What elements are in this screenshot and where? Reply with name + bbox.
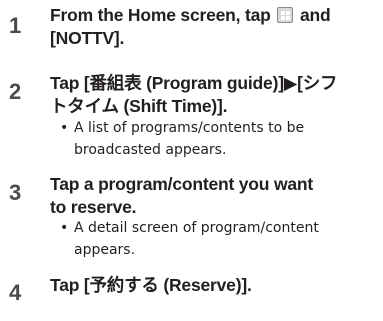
step-note-text: appears.: [74, 242, 136, 258]
step-title-text: トタイム (Shift Time)].: [50, 96, 228, 116]
step-note: • A list of programs/contents to be broa…: [60, 117, 360, 161]
step-note-text: A detail screen of program/content: [74, 220, 319, 236]
step-title-text: From the Home screen, tap: [50, 5, 271, 25]
bullet-marker: •: [60, 220, 69, 236]
step-number: 4: [9, 280, 22, 305]
step-title-text: [NOTTV].: [50, 28, 125, 48]
step-title-text: Tap [予約する (Reserve)].: [50, 275, 252, 295]
grid-app-icon: [277, 7, 294, 23]
step-title: From the Home screen, tap and [NOTTV].: [50, 4, 380, 50]
step-number: 2: [9, 79, 22, 104]
step-note-text: broadcasted appears.: [74, 142, 227, 158]
step-title: Tap a program/content you want to reserv…: [50, 173, 380, 219]
step-title-text: Tap a program/content you want: [50, 174, 314, 194]
step-title-text: to reserve.: [50, 197, 137, 217]
step-title: Tap [番組表 (Program guide)]▶[シフ トタイム (Shif…: [50, 72, 380, 118]
bullet-marker: •: [60, 120, 69, 136]
step-title: Tap [予約する (Reserve)].: [50, 274, 380, 297]
step-note: • A detail screen of program/content app…: [60, 217, 360, 261]
step-note-text: A list of programs/contents to be: [74, 120, 305, 136]
step-number: 1: [9, 13, 22, 38]
step-title-text: and: [299, 5, 331, 25]
step-number: 3: [9, 180, 22, 205]
step-title-text: Tap [番組表 (Program guide)]▶[シフ: [50, 73, 338, 93]
